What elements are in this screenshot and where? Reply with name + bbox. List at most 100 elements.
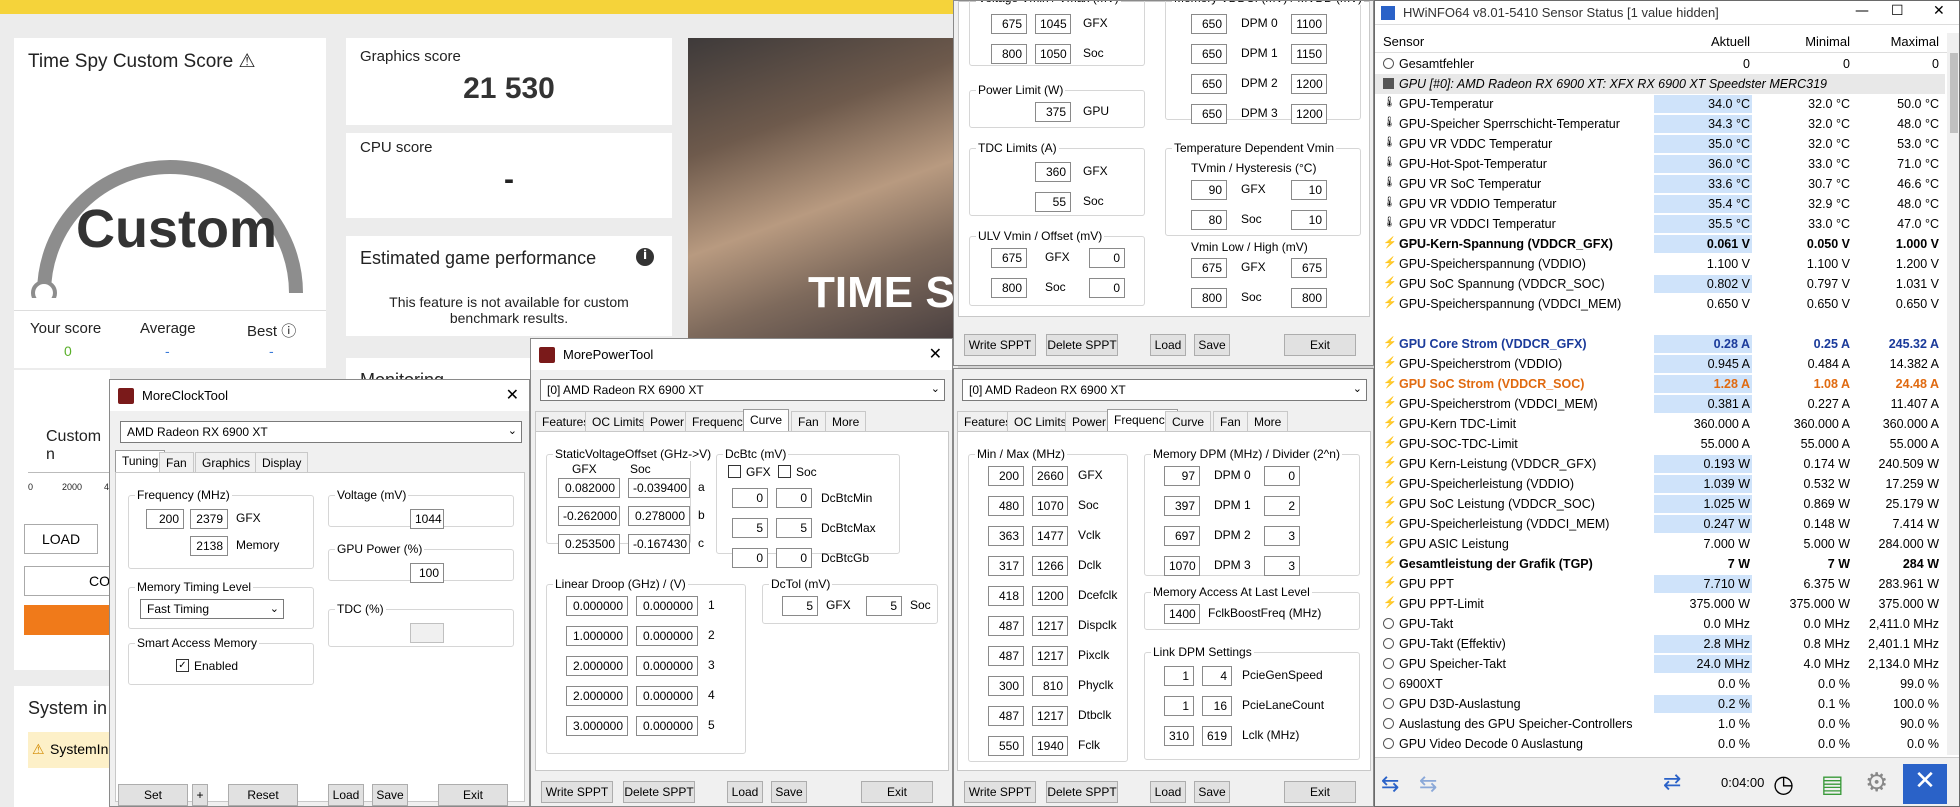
link-dpm0-input[interactable]: 1 [1164,696,1194,716]
tab-graphics[interactable]: Graphics [195,452,258,472]
dcbtc-soc-checkbox[interactable] [778,465,791,478]
gpu-select[interactable]: [0] AMD Radeon RX 6900 XT ⌄ [962,379,1367,401]
mvdd-input[interactable]: 1100 [1291,14,1327,34]
fclk-boost-input[interactable]: 1400 [1164,604,1200,624]
dcbtc-gfx-input[interactable]: 0 [732,548,768,568]
sensor-row[interactable]: GPU-Takt 0.0 MHz 0.0 MHz 2,411.0 MHz [1375,614,1945,634]
sensor-row[interactable]: ⚡ GPU-Speicherleistung (VDDIO) 1.039 W 0.53… [1375,474,1945,494]
sensor-row[interactable]: 🌡 GPU-Hot-Spot-Temperatur 36.0 °C 33.0 °C 71… [1375,154,1945,174]
tab-curve[interactable]: Curve [1165,411,1212,431]
freq-max-input[interactable]: 810 [1032,676,1068,696]
sensor-row[interactable]: GPU D3D-Auslastung 0.2 % 0.1 % 100.0 % [1375,694,1945,714]
col-max-header[interactable]: Maximal [1853,34,1939,52]
memory-dpm-input[interactable]: 397 [1164,496,1200,516]
load-button[interactable]: Load [1150,334,1186,356]
sensor-row[interactable]: 🌡 GPU-Temperatur 34.0 °C 32.0 °C 50.0 °C [1375,94,1945,114]
voltage-input[interactable]: 1044 [410,509,444,529]
freq-min-input[interactable]: 550 [988,736,1024,756]
arrows-icon[interactable]: ⇆ [1381,772,1399,797]
freq-max-input[interactable]: 1477 [1032,526,1068,546]
dcbtc-soc-input[interactable]: 0 [776,548,812,568]
link-dpm0-input[interactable]: 310 [1164,726,1194,746]
vmin-low-input[interactable]: 800 [1191,288,1227,308]
droop-gfx-input[interactable]: 1.000000 [566,626,628,646]
divider-input[interactable]: 0 [1264,466,1300,486]
mvdd-input[interactable]: 1200 [1291,74,1327,94]
sensor-row[interactable]: ⚡ GPU-Speicherstrom (VDDIO) 0.945 A 0.484 A… [1375,354,1945,374]
memory-dpm-input[interactable]: 697 [1164,526,1200,546]
timing-select[interactable]: Fast Timing ⌄ [140,599,284,619]
vmax-input[interactable]: 1050 [1035,44,1071,64]
power-limit-input[interactable]: 375 [1035,102,1071,122]
ulv-vmin-input[interactable]: 800 [991,278,1027,298]
exit-button[interactable]: Exit [861,781,933,803]
sensor-row[interactable]: ⚡ GPU-Kern TDC-Limit 360.000 A 360.000 A 360… [1375,414,1945,434]
freq-min-input[interactable]: 200 [146,509,184,529]
tab-display[interactable]: Display [255,452,309,472]
plus-button[interactable]: + [192,784,208,806]
droop-v-input[interactable]: 0.000000 [636,686,698,706]
close-icon[interactable]: ✕ [1903,764,1947,804]
sensor-row[interactable]: ⚡ GPU Kern-Leistung (VDDCR_GFX) 0.193 W 0.1… [1375,454,1945,474]
tdc-input[interactable]: 360 [1035,162,1071,182]
clock-icon[interactable]: ◷ [1773,770,1794,798]
freq-min-input[interactable]: 300 [988,676,1024,696]
gear-icon[interactable]: ⚙ [1865,768,1888,798]
hysteresis-input[interactable]: 10 [1291,180,1327,200]
tab-more[interactable]: More [1247,411,1289,431]
dcbtc-soc-input[interactable]: 0 [776,488,812,508]
tab-more[interactable]: More [825,411,867,431]
droop-gfx-input[interactable]: 3.000000 [566,716,628,736]
tdc-input[interactable]: 55 [1035,192,1071,212]
sam-checkbox[interactable]: ✓ [176,659,189,672]
freq-min-input[interactable]: 487 [988,646,1024,666]
col-current-header[interactable]: Aktuell [1655,34,1750,52]
vmin-high-input[interactable]: 675 [1291,258,1327,278]
delete-sppt-button[interactable]: Delete SPPT [1046,781,1118,803]
tab-curve[interactable]: Curve [743,409,790,431]
close-icon[interactable]: ✕ [1933,3,1945,19]
freq-min-input[interactable]: 480 [988,496,1024,516]
freq-min-input[interactable]: 317 [988,556,1024,576]
sensor-row[interactable]: Auslastung des GPU Speicher-Controllers 1… [1375,714,1945,734]
sensor-row[interactable]: 🌡 GPU-Speicher Sperrschicht-Temperatur 34.… [1375,114,1945,134]
divider-input[interactable]: 3 [1264,526,1300,546]
mvdd-input[interactable]: 1200 [1291,104,1327,124]
droop-v-input[interactable]: 0.000000 [636,656,698,676]
tab-fan[interactable]: Fan [1213,411,1248,431]
link-dpm0-input[interactable]: 1 [1164,666,1194,686]
memory-clock-input[interactable]: 2138 [190,536,228,556]
ulv-offset-input[interactable]: 0 [1089,248,1125,268]
tab-fan[interactable]: Fan [159,452,194,472]
vddci-input[interactable]: 650 [1191,44,1227,64]
exit-button[interactable]: Exit [438,784,508,806]
dcbtc-gfx-checkbox[interactable] [728,465,741,478]
freq-max-input[interactable]: 1217 [1032,706,1068,726]
mvdd-input[interactable]: 1150 [1291,44,1327,64]
sensor-row[interactable]: ⚡ GPU-Speicherleistung (VDDCI_MEM) 0.247 W… [1375,514,1945,534]
sensor-row[interactable]: 🌡 GPU VR SoC Temperatur 33.6 °C 30.7 °C 46.6… [1375,174,1945,194]
report-icon[interactable]: ▤ [1821,770,1844,798]
dcbtc-gfx-input[interactable]: 5 [732,518,768,538]
svo-soc-input[interactable]: -0.039400 [628,478,690,498]
tvmin-input[interactable]: 90 [1191,180,1227,200]
sensor-row[interactable]: ⚡ Gesamtleistung der Grafik (TGP) 7 W 7 W 28… [1375,554,1945,574]
link-dpm1-input[interactable]: 619 [1202,726,1232,746]
freq-max-input[interactable]: 1217 [1032,616,1068,636]
scrollbar[interactable] [1947,33,1959,755]
sensor-row[interactable]: 6900XT 0.0 % 0.0 % 99.0 % [1375,674,1945,694]
sensor-row[interactable]: GPU-Takt (Effektiv) 2.8 MHz 0.8 MHz 2,401.1… [1375,634,1945,654]
sensor-row[interactable]: GPU [#0]: AMD Radeon RX 6900 XT: XFX RX … [1375,74,1945,94]
load-button[interactable]: Load [727,781,763,803]
sensor-row[interactable]: ⚡ GPU SoC Strom (VDDCR_SOC) 1.28 A 1.08 A 24… [1375,374,1945,394]
droop-v-input[interactable]: 0.000000 [636,596,698,616]
minimize-icon[interactable]: — [1855,3,1869,19]
maximize-icon[interactable]: ☐ [1891,3,1904,19]
hysteresis-input[interactable]: 10 [1291,210,1327,230]
link-dpm1-input[interactable]: 4 [1202,666,1232,686]
sensor-row[interactable]: GPU Speicher-Takt 24.0 MHz 4.0 MHz 2,134.0 … [1375,654,1945,674]
close-icon[interactable]: ✕ [929,344,942,364]
vmin-low-input[interactable]: 675 [1191,258,1227,278]
exit-button[interactable]: Exit [1284,334,1356,356]
vmax-input[interactable]: 1045 [1035,14,1071,34]
